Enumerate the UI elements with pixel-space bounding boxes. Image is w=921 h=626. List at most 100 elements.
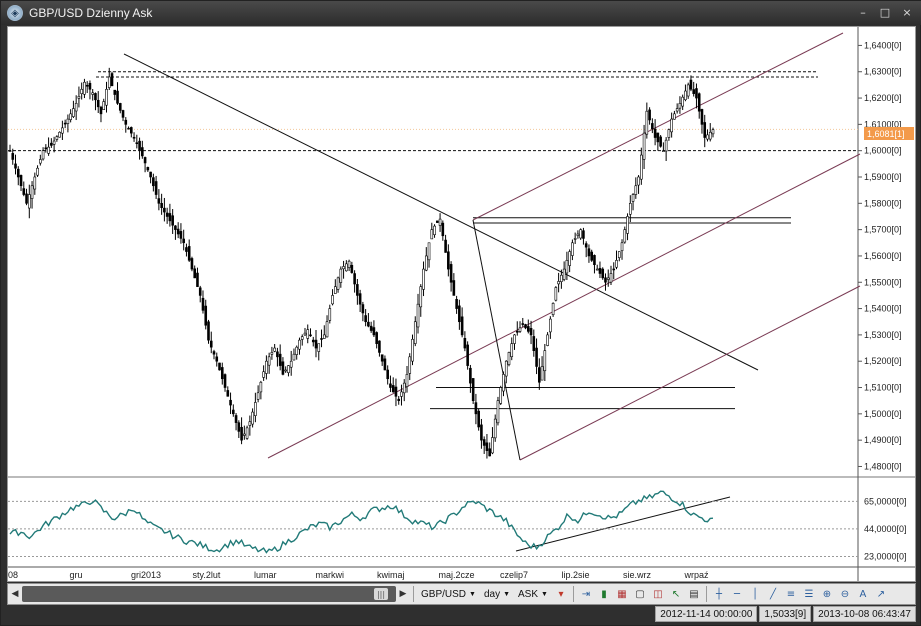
resistance-trendline[interactable] xyxy=(123,53,759,371)
window-controls: – □ × xyxy=(854,4,916,21)
candle-body xyxy=(289,360,293,368)
candle-body xyxy=(529,328,533,336)
candle-body xyxy=(262,371,265,378)
instrument-select[interactable]: GBP/USD ▼ xyxy=(417,585,480,603)
price-axis: 1,6400[0]1,6300[0]1,6200[0]1,6100[0]1,60… xyxy=(858,40,902,471)
candle-body xyxy=(218,362,221,371)
candle-body xyxy=(331,295,334,305)
candle-body xyxy=(350,264,354,273)
candle-body xyxy=(300,336,304,340)
price-marker-icon[interactable]: ▾ xyxy=(553,586,569,602)
rsi-trendline[interactable] xyxy=(515,496,731,552)
candle-body xyxy=(317,343,321,352)
candle-body xyxy=(617,251,621,258)
chevron-down-icon: ▼ xyxy=(503,590,511,598)
candle-body xyxy=(309,334,312,337)
channel-middle-line[interactable] xyxy=(267,153,861,459)
indicator-tick-label: 44,0000[0] xyxy=(864,524,907,534)
title-bar[interactable]: ◈ GBP/USD Dzienny Ask – □ × xyxy=(1,1,921,25)
time-tick-label: 08 xyxy=(8,570,18,580)
candle-body xyxy=(88,82,92,90)
period-value: day xyxy=(483,588,501,600)
text-tool-icon[interactable]: A xyxy=(855,586,871,602)
channel-upper-line[interactable] xyxy=(472,32,844,221)
candle-body xyxy=(25,193,28,204)
candle-body xyxy=(320,338,323,340)
channel-lower-line[interactable] xyxy=(519,285,861,461)
candle-body xyxy=(565,260,569,274)
price-candles xyxy=(8,67,715,459)
template-icon[interactable]: ▤ xyxy=(686,586,702,602)
candle-body xyxy=(441,222,445,237)
candle-body xyxy=(201,297,205,311)
bar-chart-icon[interactable]: ▦ xyxy=(614,586,630,602)
fibonacci-icon[interactable]: ☰ xyxy=(801,586,817,602)
candle-body xyxy=(187,246,191,261)
chart-panel[interactable]: 65,0000[0] 44,0000[0] 23,0000[0] 1,6400[0]… xyxy=(7,26,916,582)
candle-body xyxy=(543,350,547,372)
restore-button[interactable]: □ xyxy=(876,4,894,21)
candle-body xyxy=(342,266,345,270)
candle-body xyxy=(521,323,525,325)
candle-body xyxy=(14,163,17,169)
channel-icon[interactable]: ≡ xyxy=(783,586,799,602)
indicator-series-line xyxy=(9,490,714,554)
candle-body xyxy=(651,123,654,130)
candle-body xyxy=(22,188,26,195)
candle-body xyxy=(667,129,671,138)
candle-body xyxy=(430,229,434,240)
scroll-left-icon[interactable]: ◀ xyxy=(8,584,22,604)
candle-body xyxy=(372,327,376,336)
candle-body xyxy=(571,242,574,256)
candle-body xyxy=(193,268,197,279)
candle-body xyxy=(16,168,20,178)
candle-body xyxy=(94,93,97,101)
candle-body xyxy=(226,390,230,397)
horizontal-line-icon[interactable]: ─ xyxy=(729,586,745,602)
chart-scrollbar[interactable]: ||| xyxy=(22,586,396,602)
close-button[interactable]: × xyxy=(898,4,916,21)
cursor-time: 2012-11-14 00:00:00 xyxy=(655,606,758,622)
side-select[interactable]: ASK ▼ xyxy=(514,585,552,603)
price-tick-label: 1,5200[0] xyxy=(864,356,902,366)
price-chart-svg[interactable]: 65,0000[0] 44,0000[0] 23,0000[0] 1,6400[0]… xyxy=(8,27,916,582)
price-tick-label: 1,6200[0] xyxy=(864,93,902,103)
zoom-out-icon[interactable]: ⊖ xyxy=(837,586,853,602)
price-tick-label: 1,5300[0] xyxy=(864,330,902,340)
horizontal-levels xyxy=(8,71,858,410)
cursor-icon[interactable]: ↖ xyxy=(668,586,684,602)
candle-body xyxy=(659,136,662,147)
time-tick-label: gri2013 xyxy=(131,570,161,580)
line-chart-icon[interactable]: ▢ xyxy=(632,586,648,602)
crosshair-icon[interactable]: ┼ xyxy=(711,586,727,602)
scroll-right-icon[interactable]: ▶ xyxy=(396,584,410,604)
trendline-icon[interactable]: ╱ xyxy=(765,586,781,602)
zoom-in-icon[interactable]: ⊕ xyxy=(819,586,835,602)
candle-body xyxy=(146,167,150,171)
candle-body xyxy=(637,176,640,186)
chevron-down-icon: ▼ xyxy=(469,590,476,598)
shift-chart-icon[interactable]: ⇥ xyxy=(578,586,594,602)
arrow-tool-icon[interactable]: ↗ xyxy=(873,586,889,602)
candle-body xyxy=(397,398,401,401)
minimize-button[interactable]: – xyxy=(854,4,872,21)
scrollbar-thumb[interactable]: ||| xyxy=(374,588,388,600)
candle-body xyxy=(143,157,147,164)
price-tick-label: 1,4900[0] xyxy=(864,435,902,445)
candle-body xyxy=(590,251,593,261)
candle-body xyxy=(568,251,571,266)
candle-body xyxy=(36,167,39,176)
vertical-line-icon[interactable]: │ xyxy=(747,586,763,602)
candle-body xyxy=(496,400,500,424)
price-tick-label: 1,6000[0] xyxy=(864,146,902,156)
candle-body xyxy=(110,73,114,87)
candle-body xyxy=(675,108,679,112)
current-price-tag: 1,6081[1] xyxy=(864,127,914,140)
candlestick-icon[interactable]: ▮ xyxy=(596,586,612,602)
indicator-icon[interactable]: ◫ xyxy=(650,586,666,602)
candle-body xyxy=(546,334,549,346)
price-tick-label: 1,6300[0] xyxy=(864,67,902,77)
period-select[interactable]: day ▼ xyxy=(480,585,514,603)
candle-body xyxy=(391,385,395,393)
candle-body xyxy=(380,354,384,362)
